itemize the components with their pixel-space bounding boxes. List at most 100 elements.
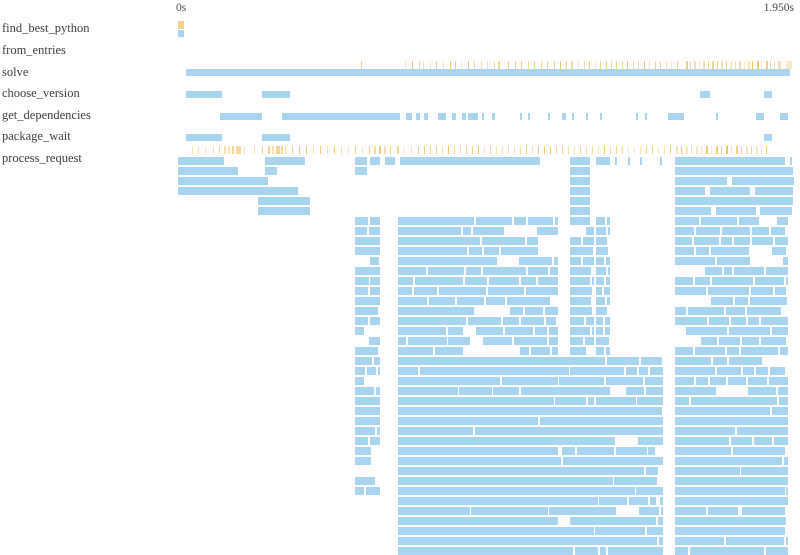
flame-span[interactable] — [685, 517, 717, 525]
flame-span[interactable] — [502, 427, 511, 435]
event-tick[interactable] — [556, 146, 557, 154]
flame-span[interactable] — [598, 507, 616, 515]
flame-span[interactable] — [527, 397, 553, 405]
span-choose-version[interactable] — [700, 91, 710, 98]
flame-span[interactable] — [468, 317, 501, 325]
flame-span[interactable] — [748, 377, 767, 385]
event-tick[interactable] — [478, 146, 479, 154]
flame-span[interactable] — [355, 327, 364, 335]
flame-span[interactable] — [370, 247, 378, 255]
flame-span[interactable] — [521, 547, 542, 555]
flame-span[interactable] — [675, 457, 708, 465]
flame-span[interactable] — [483, 337, 512, 345]
event-tick[interactable] — [534, 61, 535, 69]
flame-span[interactable] — [755, 187, 793, 195]
flame-span[interactable] — [398, 287, 412, 295]
flame-span[interactable] — [549, 337, 558, 345]
event-tick[interactable] — [622, 146, 623, 154]
flame-span[interactable] — [596, 257, 604, 265]
event-tick[interactable] — [584, 61, 585, 69]
event-tick[interactable] — [770, 61, 771, 69]
flame-span[interactable] — [398, 317, 435, 325]
flame-span[interactable] — [615, 157, 617, 165]
flame-span[interactable] — [398, 477, 426, 485]
flame-span[interactable] — [608, 267, 610, 275]
flame-span[interactable] — [693, 527, 728, 535]
flame-span[interactable] — [355, 447, 371, 455]
event-tick[interactable] — [374, 146, 376, 154]
flame-span[interactable] — [659, 427, 661, 435]
event-tick[interactable] — [752, 61, 753, 69]
event-tick[interactable] — [691, 146, 692, 154]
flame-span[interactable] — [708, 507, 738, 515]
flame-span[interactable] — [661, 507, 663, 515]
flame-span[interactable] — [708, 287, 749, 295]
flame-span[interactable] — [443, 507, 456, 515]
flame-span[interactable] — [554, 257, 558, 265]
span-get-dependencies[interactable] — [438, 113, 446, 120]
event-tick[interactable] — [721, 146, 722, 154]
event-tick[interactable] — [468, 61, 469, 69]
flame-span[interactable] — [178, 187, 298, 195]
event-tick[interactable] — [701, 146, 702, 154]
event-tick[interactable] — [213, 146, 214, 154]
event-tick[interactable] — [666, 61, 667, 69]
flame-span[interactable] — [431, 397, 452, 405]
flame-span[interactable] — [501, 247, 538, 255]
flame-span[interactable] — [609, 537, 636, 545]
flame-span[interactable] — [730, 547, 764, 555]
flame-span[interactable] — [374, 357, 380, 365]
flame-span[interactable] — [549, 357, 583, 365]
flame-span[interactable] — [732, 437, 742, 445]
flame-span[interactable] — [613, 427, 627, 435]
flame-span[interactable] — [507, 457, 532, 465]
flame-span[interactable] — [724, 477, 739, 485]
flame-span[interactable] — [602, 447, 614, 455]
flame-span[interactable] — [476, 487, 501, 495]
flame-span[interactable] — [550, 527, 567, 535]
flame-span[interactable] — [437, 317, 466, 325]
flame-span[interactable] — [675, 387, 716, 395]
flame-span[interactable] — [570, 307, 592, 315]
flame-span[interactable] — [506, 467, 537, 475]
flame-span[interactable] — [513, 427, 538, 435]
flame-span[interactable] — [458, 417, 495, 425]
flame-span[interactable] — [753, 507, 774, 515]
flame-span[interactable] — [549, 327, 558, 335]
flame-span[interactable] — [499, 367, 527, 375]
flame-span[interactable] — [712, 277, 753, 285]
flame-span[interactable] — [467, 407, 488, 415]
flame-span[interactable] — [741, 477, 758, 485]
flame-span[interactable] — [570, 177, 590, 185]
flame-span[interactable] — [434, 547, 448, 555]
flame-span[interactable] — [450, 387, 458, 395]
event-tick[interactable] — [646, 146, 647, 154]
flame-span[interactable] — [552, 477, 575, 485]
flame-span[interactable] — [657, 437, 661, 445]
flame-span[interactable] — [630, 547, 641, 555]
flame-span[interactable] — [559, 377, 574, 385]
flame-span[interactable] — [675, 177, 727, 185]
flame-span[interactable] — [398, 407, 411, 415]
flame-span[interactable] — [448, 327, 463, 335]
flame-span[interactable] — [398, 397, 413, 405]
event-tick[interactable] — [761, 146, 762, 154]
span-find-best-python[interactable] — [178, 30, 184, 37]
flame-span[interactable] — [703, 487, 721, 495]
flame-span[interactable] — [754, 437, 772, 445]
flame-span[interactable] — [778, 387, 788, 395]
flame-span[interactable] — [525, 307, 543, 315]
event-tick[interactable] — [460, 146, 461, 154]
flame-span[interactable] — [688, 307, 724, 315]
event-tick[interactable] — [774, 61, 775, 69]
flame-span[interactable] — [646, 467, 659, 475]
event-tick[interactable] — [474, 61, 475, 69]
flame-span[interactable] — [637, 487, 657, 495]
event-tick[interactable] — [606, 61, 607, 69]
flame-span[interactable] — [558, 387, 585, 395]
flame-span[interactable] — [623, 467, 644, 475]
flame-span[interactable] — [355, 347, 378, 355]
flame-span[interactable] — [428, 267, 443, 275]
flame-span[interactable] — [775, 287, 786, 295]
flame-span[interactable] — [639, 507, 659, 515]
